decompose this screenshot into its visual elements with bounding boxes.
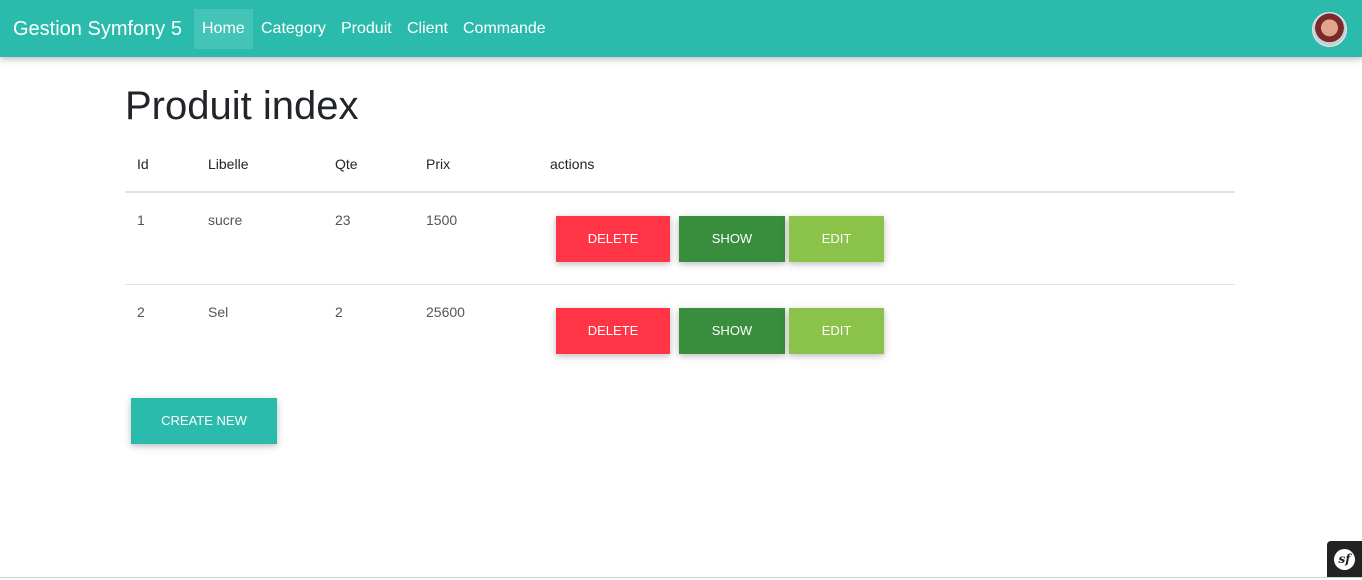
nav-link-client[interactable]: Client	[399, 9, 456, 49]
cell-id: 2	[137, 304, 145, 320]
cell-libelle: Sel	[208, 304, 229, 320]
show-button[interactable]: Show	[679, 216, 785, 262]
column-header-libelle: Libelle	[208, 156, 249, 172]
column-header-prix: Prix	[426, 156, 451, 172]
cell-libelle: sucre	[208, 212, 243, 228]
delete-button[interactable]: Delete	[556, 308, 670, 354]
table-header-divider	[125, 191, 1235, 193]
top-navbar: Gestion Symfony 5 Home Category Produit …	[0, 0, 1362, 57]
nav-link-category[interactable]: Category	[253, 9, 334, 49]
nav-link-produit[interactable]: Produit	[333, 9, 400, 49]
user-avatar[interactable]	[1312, 12, 1347, 47]
nav-link-commande[interactable]: Commande	[455, 9, 554, 49]
page-bottom-border	[0, 577, 1362, 578]
cell-prix: 1500	[426, 212, 458, 228]
navbar-brand[interactable]: Gestion Symfony 5	[13, 16, 182, 42]
column-header-qte: Qte	[335, 156, 358, 172]
cell-qte: 2	[335, 304, 343, 320]
cell-qte: 23	[335, 212, 351, 228]
edit-button[interactable]: Edit	[789, 308, 884, 354]
edit-button[interactable]: Edit	[789, 216, 884, 262]
column-header-actions: actions	[550, 156, 595, 172]
cell-prix: 25600	[426, 304, 465, 320]
column-header-id: Id	[137, 156, 149, 172]
create-new-button[interactable]: Create new	[131, 398, 277, 444]
nav-link-home[interactable]: Home	[194, 9, 253, 49]
cell-id: 1	[137, 212, 145, 228]
delete-button[interactable]: Delete	[556, 216, 670, 262]
page-title: Produit index	[125, 84, 359, 128]
symfony-debug-toolbar-toggle[interactable]: sf	[1327, 541, 1362, 577]
symfony-logo-icon: sf	[1334, 549, 1355, 570]
table-row-divider	[125, 284, 1235, 285]
show-button[interactable]: Show	[679, 308, 785, 354]
